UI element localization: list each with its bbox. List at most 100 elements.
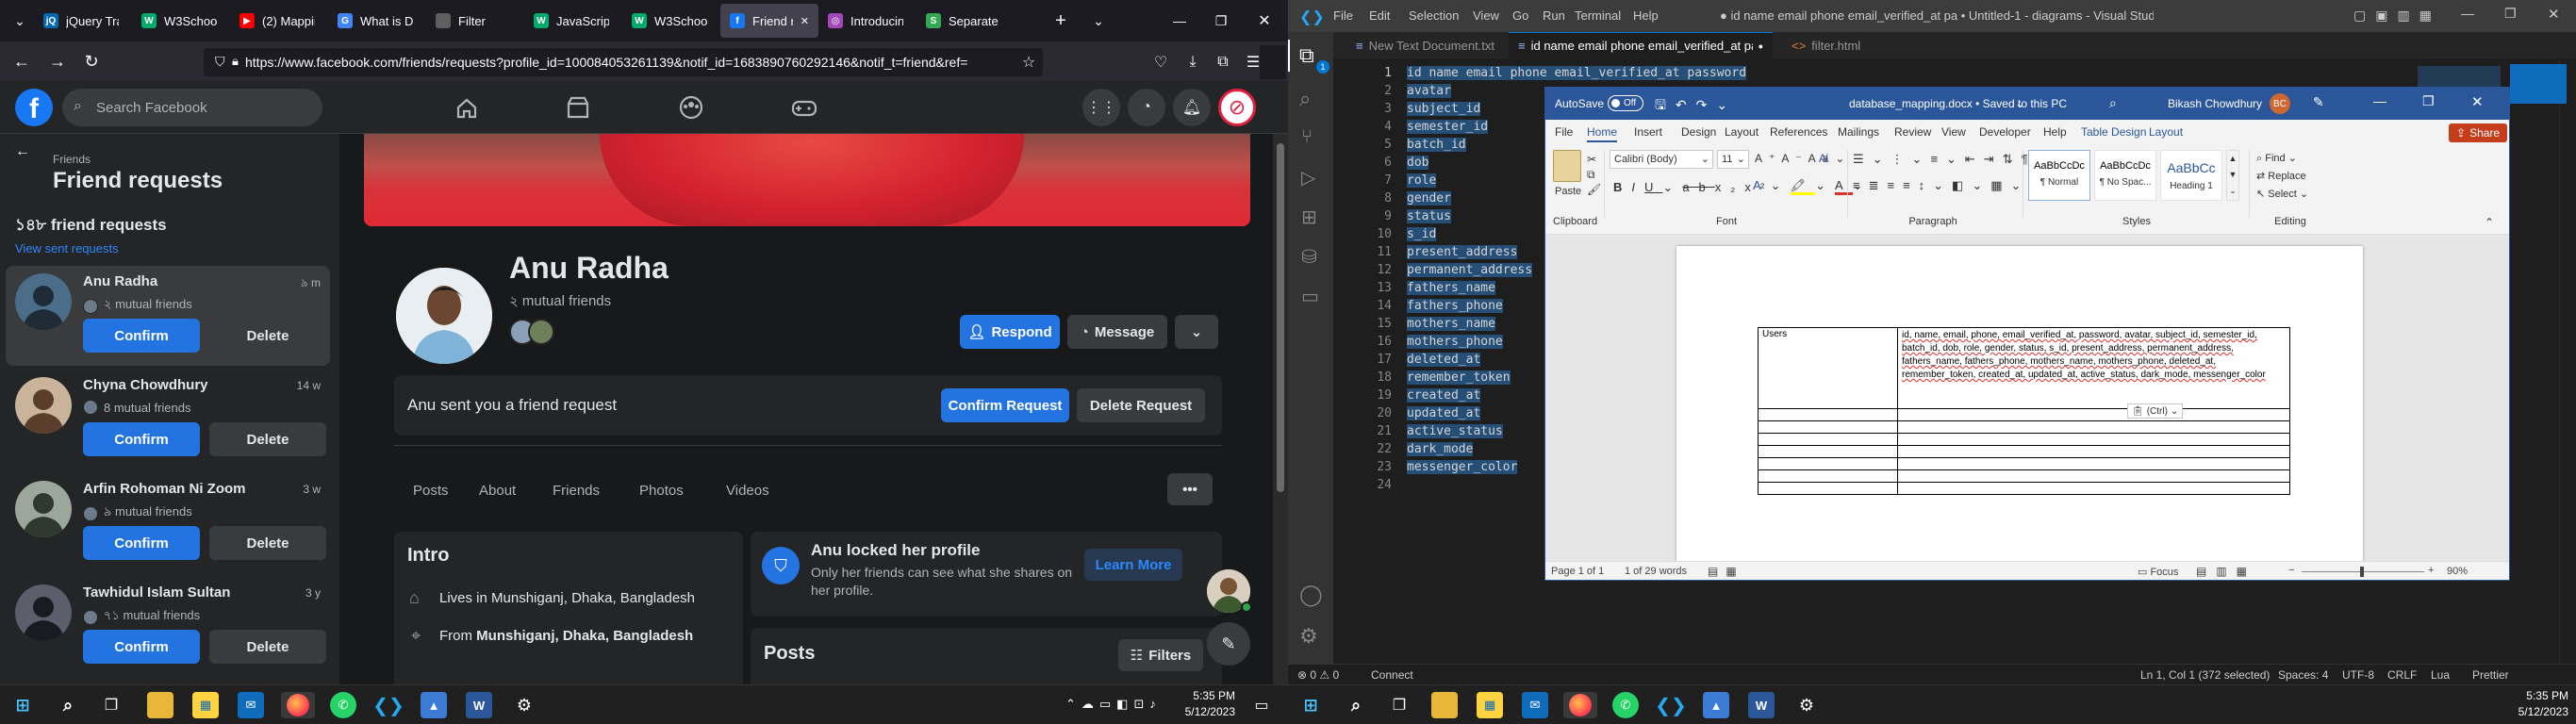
facebook-search-input[interactable]: ⌕ Search Facebook	[62, 89, 322, 126]
database-icon[interactable]: ⛁	[1301, 245, 1317, 269]
settings-gear-icon[interactable]: ⚙	[1793, 692, 1820, 718]
browser-tab[interactable]: jQ jQuery Trav	[34, 4, 128, 38]
message-button[interactable]: ◔ Message	[1067, 315, 1167, 349]
request-name[interactable]: Chyna Chowdhury	[83, 377, 208, 393]
profile-mutual[interactable]: ২ mutual friends	[509, 290, 611, 314]
mutual-friends[interactable]: ৯ mutual friends	[83, 503, 192, 523]
table-cell[interactable]	[1897, 445, 2290, 458]
more-options-chevron-icon[interactable]: ⌄	[1175, 315, 1218, 349]
vscode-icon[interactable]: ❮❯	[1655, 692, 1687, 718]
search-icon[interactable]: ⌕	[55, 692, 81, 718]
close-window-button[interactable]: ✕	[2471, 93, 2484, 110]
table-cell[interactable]	[1758, 420, 1898, 434]
start-windows-icon[interactable]: ⊞	[9, 692, 36, 718]
table-cell[interactable]	[1758, 482, 1898, 495]
menu-item[interactable]: Help	[1633, 8, 1659, 23]
home-nav-icon[interactable]	[451, 94, 483, 121]
profile-tab[interactable]: Posts	[413, 483, 449, 499]
url-bar[interactable]: ⛉ 🔒︎ https://www.facebook.com/friends/re…	[204, 48, 1043, 76]
request-name[interactable]: Tawhidul Islam Sultan	[83, 584, 230, 601]
unsaved-dot-icon[interactable]: ●	[1759, 41, 1763, 51]
lock-icon[interactable]: 🔒︎	[232, 54, 239, 69]
mutual-friends[interactable]: ৭১ mutual friends	[83, 607, 200, 627]
confirm-button[interactable]: Confirm	[83, 630, 200, 664]
code-line[interactable]: s_id	[1407, 225, 1437, 243]
mail-icon[interactable]: ✉	[238, 692, 264, 718]
lives-in-place[interactable]: Munshiganj, Dhaka, Bangladesh	[491, 590, 695, 606]
paste-clipboard-icon[interactable]	[1553, 150, 1581, 182]
mutual-friends[interactable]: ২ mutual friends	[83, 296, 192, 316]
forward-arrow-icon[interactable]: →	[43, 47, 72, 75]
browser-tab[interactable]: W W3Schools	[622, 4, 717, 38]
menu-item[interactable]: Terminal	[1575, 8, 1621, 23]
code-line[interactable]: messenger_color	[1407, 458, 1518, 476]
table-cell[interactable]	[1897, 408, 2290, 421]
code-line[interactable]: permanent_address	[1407, 261, 1533, 279]
status-item[interactable]: Lua	[2431, 668, 2450, 682]
respond-button[interactable]: 👤︎ Respond	[960, 315, 1060, 349]
system-tray-icons[interactable]: ⌃☁▭◧⊡♪	[1065, 697, 1162, 712]
firefox-taskbar-icon[interactable]	[1563, 692, 1597, 718]
view-mode-icons[interactable]: ▤▥▦	[2196, 565, 2256, 578]
whatsapp-icon[interactable]: ✆	[1612, 692, 1639, 718]
ribbon-tab[interactable]: Review	[1894, 125, 1931, 139]
table-cell[interactable]	[1897, 433, 2290, 446]
problems-count[interactable]: ⊗ 0 ⚠ 0	[1297, 668, 1339, 682]
extensions-icon[interactable]: ⊞	[1301, 206, 1317, 229]
code-line[interactable]: mothers_name	[1407, 315, 1495, 333]
code-line[interactable]: mothers_phone	[1407, 333, 1503, 351]
from-place[interactable]: Munshiganj, Dhaka, Bangladesh	[476, 628, 693, 644]
friend-request-item[interactable]: Anu Radha ৯ m ২ mutual friends Confirm Delet…	[6, 266, 330, 366]
paste-options-button[interactable]: 📋︎ (Ctrl) ⌄	[2127, 403, 2184, 419]
style-gallery-item[interactable]: AaBbCc Heading 1	[2160, 150, 2222, 201]
learn-more-button[interactable]: Learn More	[1084, 549, 1182, 581]
browser-tab[interactable]: W JavaScript S	[524, 4, 619, 38]
table-cell[interactable]	[1758, 457, 1898, 470]
code-line[interactable]: created_at	[1407, 387, 1481, 404]
zoom-in-button[interactable]: +	[2428, 565, 2434, 576]
firefox-taskbar-icon[interactable]	[281, 692, 315, 718]
maximize-button[interactable]: ❐	[2422, 93, 2435, 109]
word-icon[interactable]: W	[1748, 692, 1775, 718]
minimize-button[interactable]: —	[1165, 7, 1194, 35]
autosave-toggle[interactable]: Off	[1608, 95, 1643, 111]
share-button[interactable]: ⇪ Share	[2449, 123, 2508, 142]
ribbon-tab[interactable]: Design	[1681, 125, 1716, 139]
quick-access-icons[interactable]: 🖫︎↶↷⌄	[1655, 95, 1737, 118]
profile-tab[interactable]: About	[479, 483, 516, 499]
browser-tab[interactable]: f Friend re ✕	[720, 4, 818, 38]
code-line[interactable]: fathers_name	[1407, 279, 1495, 297]
clear-format-icon[interactable]: A̸	[1819, 152, 1826, 165]
extensions-icon[interactable]: ⧉	[1209, 48, 1237, 76]
ribbon-tab[interactable]: Layout	[1725, 125, 1759, 139]
delete-button[interactable]: Delete	[209, 526, 326, 560]
connect-status[interactable]: Connect	[1371, 668, 1413, 682]
confirm-request-button[interactable]: Confirm Request	[941, 388, 1069, 422]
clock-time[interactable]: 5:35 PM	[2514, 689, 2568, 702]
status-item[interactable]: Ln 1, Col 1 (372 selected)	[2140, 668, 2270, 682]
ribbon-tab[interactable]: Home	[1587, 125, 1618, 142]
code-line[interactable]: present_address	[1407, 243, 1518, 261]
mail-icon[interactable]: ✉	[1522, 692, 1548, 718]
marketplace-nav-icon[interactable]	[562, 94, 594, 121]
table-cell[interactable]	[1758, 433, 1898, 446]
microsoft-store-icon[interactable]: ▦	[192, 692, 219, 718]
bookmark-star-icon[interactable]: ☆	[1015, 48, 1043, 76]
zoom-slider-thumb[interactable]	[2360, 567, 2364, 577]
code-line[interactable]: subject_id	[1407, 100, 1481, 118]
table-content-cell[interactable]: id, name, email, phone, email_verified_a…	[1897, 327, 2290, 409]
ribbon-tab[interactable]: Table Design	[2081, 125, 2146, 139]
user-name[interactable]: Bikash Chowdhury	[2168, 97, 2262, 110]
gaming-nav-icon[interactable]	[788, 94, 820, 121]
avatar[interactable]	[15, 481, 72, 537]
delete-button[interactable]: Delete	[209, 422, 326, 456]
editor-tab[interactable]: <> filter.html	[1782, 32, 1876, 58]
zoom-level[interactable]: 90%	[2447, 566, 2468, 577]
search-icon[interactable]: ⌕	[1343, 692, 1369, 718]
tabs-more-icon[interactable]: •••	[1167, 473, 1213, 505]
replace-button[interactable]: ⇄ Replace	[2256, 168, 2308, 186]
friend-request-item[interactable]: Arfin Rohoman Ni Zoom 3 w ৯ mutual friends…	[6, 473, 330, 573]
settings-gear-icon[interactable]: ⚙	[1299, 624, 1318, 649]
status-item[interactable]: Prettier	[2472, 668, 2509, 682]
editor-scrollbar[interactable]	[2559, 58, 2572, 664]
